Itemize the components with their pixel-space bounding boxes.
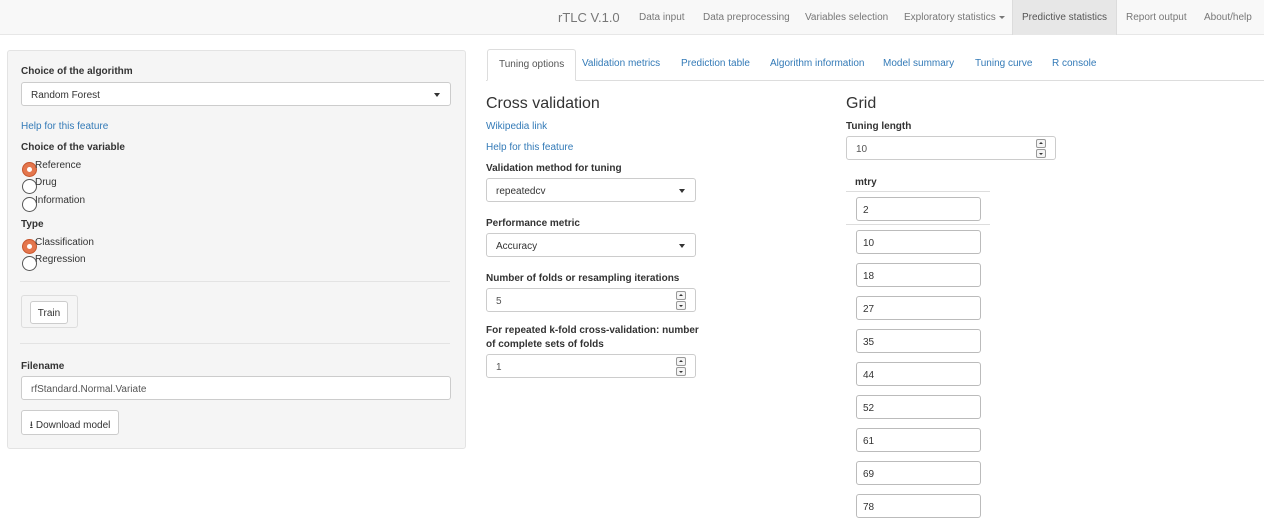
- metric-label: Performance metric: [486, 218, 580, 229]
- repeats-input[interactable]: 1: [486, 354, 696, 378]
- tab-algorithm-information[interactable]: Algorithm information: [770, 58, 864, 69]
- algorithm-select-value: Random Forest: [31, 90, 100, 101]
- algorithm-select[interactable]: Random Forest: [21, 82, 451, 106]
- validation-method-value: repeatedcv: [496, 186, 546, 197]
- tab-tuning-options[interactable]: Tuning options: [487, 49, 577, 81]
- nav-exploratory-statistics-label: Exploratory statistics: [904, 12, 996, 23]
- download-model-label: Download model: [35, 420, 111, 431]
- tuning-length-input[interactable]: 10: [846, 136, 1056, 160]
- mtry-cell[interactable]: 61: [856, 428, 981, 452]
- validation-method-select[interactable]: repeatedcv: [486, 178, 696, 202]
- radio-label: Reference: [35, 160, 82, 171]
- mtry-cell[interactable]: 2: [856, 197, 981, 221]
- nav-exploratory-statistics[interactable]: Exploratory statistics: [904, 12, 1005, 23]
- repeats-input-value: 1: [496, 362, 502, 373]
- divider: [20, 281, 450, 282]
- tab-tuning-curve[interactable]: Tuning curve: [975, 58, 1032, 69]
- chevron-down-icon: [679, 189, 685, 193]
- radio-label: Drug: [35, 177, 57, 188]
- mtry-cell[interactable]: 69: [856, 461, 981, 485]
- table-divider: [846, 224, 990, 225]
- nav-variables-selection[interactable]: Variables selection: [805, 12, 888, 23]
- mtry-cell[interactable]: 52: [856, 395, 981, 419]
- tab-prediction-table[interactable]: Prediction table: [681, 58, 750, 69]
- filename-label: Filename: [21, 361, 65, 372]
- filename-input[interactable]: rfStandard.Normal.Variate: [21, 376, 451, 400]
- increment-icon[interactable]: [676, 291, 686, 300]
- cross-validation-title: Cross validation: [486, 95, 600, 112]
- mtry-cell[interactable]: 44: [856, 362, 981, 386]
- increment-icon[interactable]: [676, 357, 686, 366]
- nav-report-output[interactable]: Report output: [1126, 12, 1187, 23]
- tuning-length-value: 10: [856, 144, 868, 155]
- decrement-icon[interactable]: [676, 301, 686, 310]
- mtry-cell[interactable]: 78: [856, 494, 981, 518]
- filename-input-value: rfStandard.Normal.Variate: [31, 384, 147, 395]
- navbar: rTLC V.1.0 Data input Data preprocessing…: [0, 0, 1264, 35]
- nav-predictive-statistics[interactable]: Predictive statistics: [1012, 0, 1118, 35]
- wikipedia-link[interactable]: Wikipedia link: [486, 121, 547, 132]
- caret-down-icon: [998, 15, 1005, 19]
- mtry-cell[interactable]: 18: [856, 263, 981, 287]
- radio-label: Regression: [35, 254, 86, 265]
- mtry-column-header: mtry: [846, 170, 990, 192]
- folds-input-value: 5: [496, 296, 502, 307]
- algorithm-label: Choice of the algorithm: [21, 66, 133, 77]
- tab-model-summary[interactable]: Model summary: [883, 58, 954, 69]
- download-icon: ⭳: [29, 420, 34, 431]
- help-link[interactable]: Help for this feature: [486, 142, 573, 153]
- radio-label: Information: [35, 195, 86, 206]
- decrement-icon[interactable]: [1036, 149, 1046, 158]
- grid-title: Grid: [846, 95, 877, 112]
- divider: [20, 343, 450, 344]
- performance-metric-value: Accuracy: [496, 241, 538, 252]
- mtry-cell[interactable]: 35: [856, 329, 981, 353]
- performance-metric-select[interactable]: Accuracy: [486, 233, 696, 257]
- tab-r-console[interactable]: R console: [1052, 58, 1096, 69]
- type-label: Type: [21, 219, 44, 230]
- app-brand[interactable]: rTLC V.1.0: [558, 10, 620, 25]
- chevron-down-icon: [679, 244, 685, 248]
- decrement-icon[interactable]: [676, 367, 686, 376]
- nav-about-help[interactable]: About/help: [1204, 12, 1252, 23]
- folds-label: Number of folds or resampling iterations: [486, 273, 680, 284]
- chevron-down-icon: [434, 93, 440, 97]
- tab-bar: [486, 80, 1264, 81]
- nav-data-preprocessing[interactable]: Data preprocessing: [703, 12, 790, 23]
- nav-data-input[interactable]: Data input: [639, 12, 685, 23]
- repeats-label-line1: For repeated k-fold cross-validation: nu…: [486, 325, 699, 336]
- mtry-cell[interactable]: 27: [856, 296, 981, 320]
- help-link[interactable]: Help for this feature: [21, 121, 108, 132]
- radio-label: Classification: [35, 237, 94, 248]
- train-button[interactable]: Train: [30, 301, 68, 324]
- variable-label: Choice of the variable: [21, 142, 125, 153]
- mtry-cell[interactable]: 10: [856, 230, 981, 254]
- tuning-length-label: Tuning length: [846, 121, 912, 132]
- method-label: Validation method for tuning: [486, 163, 622, 174]
- repeats-label-line2: of complete sets of folds: [486, 339, 604, 350]
- download-model-button[interactable]: ⭳ Download model: [21, 410, 119, 435]
- folds-input[interactable]: 5: [486, 288, 696, 312]
- increment-icon[interactable]: [1036, 139, 1046, 148]
- tab-validation-metrics[interactable]: Validation metrics: [582, 58, 660, 69]
